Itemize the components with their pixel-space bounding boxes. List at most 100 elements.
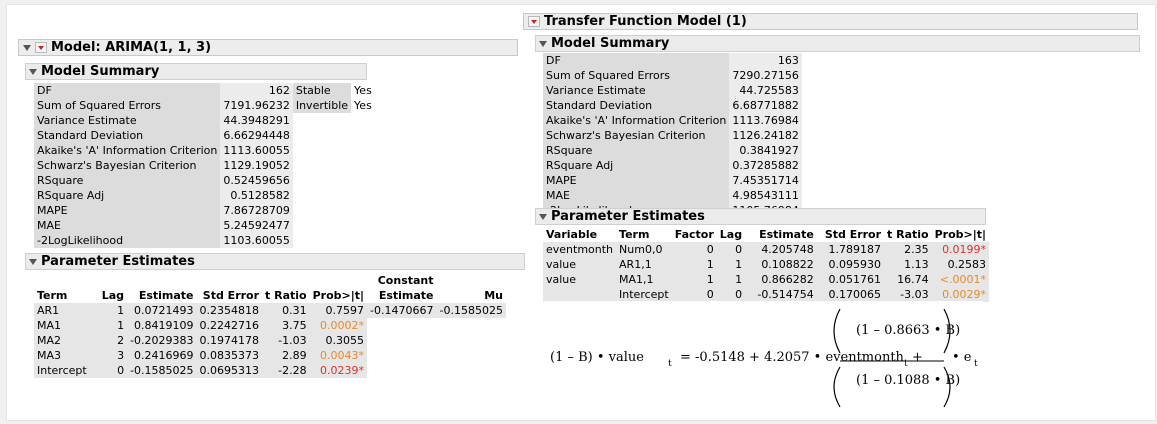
parameter-estimates-outline[interactable]: Parameter Estimates	[25, 253, 525, 270]
summary-label: MAE	[543, 188, 730, 203]
summary-value: 1113.60055	[220, 143, 293, 158]
summary-row: -2LogLikelihood 1103.60055	[34, 233, 375, 248]
summary-value: 4.98543111	[729, 188, 802, 203]
collapse-triangle-icon[interactable]	[29, 258, 37, 265]
cell-estimate: 0.2416969	[127, 348, 197, 363]
collapse-triangle-icon[interactable]	[23, 44, 31, 51]
summary-label: RSquare	[543, 143, 730, 158]
cell-t-ratio: -2.28	[262, 363, 310, 378]
model-summary-outline[interactable]: Model Summary	[25, 63, 367, 80]
cell-estimate: 4.205748	[745, 242, 817, 257]
red-triangle-menu-icon[interactable]	[528, 16, 540, 27]
col-t-ratio: t Ratio	[262, 273, 310, 303]
cell-std-error: 0.0695313	[196, 363, 263, 378]
model-equation: (1 – B) • value t = -0.5148 + 4.2057 • e…	[544, 301, 984, 413]
summary-label: Schwarz's Bayesian Criterion	[543, 128, 730, 143]
summary-value: 1129.19052	[220, 158, 293, 173]
summary-value: 6.66294448	[220, 128, 293, 143]
summary-value: 1113.76984	[729, 113, 802, 128]
col-factor: Factor	[671, 227, 717, 242]
collapse-triangle-icon[interactable]	[539, 40, 547, 47]
empty-cell	[351, 188, 375, 203]
col-variable: Variable	[543, 227, 617, 242]
cell-std-error: 0.2242716	[196, 318, 263, 333]
summary-row: MAPE 7.86728709	[34, 203, 375, 218]
summary-label: -2LogLikelihood	[34, 233, 221, 248]
summary-row: Schwarz's Bayesian Criterion 1129.19052	[34, 158, 375, 173]
report-window: Model: ARIMA(1, 1, 3) Model Summary DF 16…	[6, 4, 1156, 421]
cell-std-error: 0.095930	[816, 257, 885, 272]
cell-lag: 2	[94, 333, 128, 348]
summary-row: Akaike's 'A' Information Criterion 1113.6…	[34, 143, 375, 158]
summary-value: 6.68771882	[729, 98, 802, 113]
empty-cell	[351, 158, 375, 173]
cell-t-ratio: 2.89	[262, 348, 310, 363]
cell-std-error: 0.1974178	[196, 333, 263, 348]
summary-value: 7191.96232	[220, 98, 293, 113]
summary-label: MAPE	[543, 173, 730, 188]
table-row: MA3 3 0.2416969 0.0835373 2.89 0.0043*	[34, 348, 506, 363]
cell-prob: 0.0239*	[309, 363, 368, 378]
summary-label: RSquare Adj	[34, 188, 221, 203]
arima-model-outline[interactable]: Model: ARIMA(1, 1, 3)	[18, 39, 518, 56]
cell-t-ratio: 16.74	[884, 272, 932, 287]
table-row: Intercept 0 0 -0.514754 0.170065 -3.03 0.0029*	[543, 287, 990, 302]
parameter-estimates-outline[interactable]: Parameter Estimates	[535, 208, 986, 225]
col-mu: Mu	[436, 273, 506, 303]
summary-value: 0.5128582	[220, 188, 293, 203]
empty-cell	[437, 348, 506, 363]
table-row: MA1 1 0.8419109 0.2242716 3.75 0.0002*	[34, 318, 506, 333]
collapse-triangle-icon[interactable]	[539, 213, 547, 220]
model-summary-outline[interactable]: Model Summary	[535, 35, 1140, 52]
empty-cell	[351, 113, 375, 128]
cell-estimate: -0.2029383	[127, 333, 197, 348]
summary-value: 0.3841927	[729, 143, 802, 158]
summary-row: Variance Estimate 44.725583	[543, 83, 802, 98]
col-term: Term	[34, 273, 95, 303]
summary-row: Sum of Squared Errors 7290.27156	[543, 68, 802, 83]
cell-prob: 0.3055	[309, 333, 368, 348]
cell-std-error: 0.2354818	[196, 303, 263, 318]
stable-label: Stable	[292, 83, 352, 98]
summary-value: 44.725583	[729, 83, 802, 98]
transfer-function-outline[interactable]: Transfer Function Model (1)	[523, 13, 1138, 30]
equation-left-paren-2	[833, 366, 841, 408]
collapse-triangle-icon[interactable]	[29, 68, 37, 75]
parameter-estimates-table: Variable Term Factor Lag Estimate Std Er…	[543, 227, 990, 302]
col-std-error: Std Error	[816, 227, 885, 242]
summary-row: Sum of Squared Errors 7191.96232 Invertibl…	[34, 98, 375, 113]
summary-value: 44.3948291	[220, 113, 293, 128]
empty-cell	[437, 318, 506, 333]
cell-prob: 0.0029*	[931, 287, 990, 302]
cell-term: Intercept	[34, 363, 95, 378]
summary-row: DF 163	[543, 53, 802, 68]
col-term: Term	[616, 227, 672, 242]
col-constant-bottom: Estimate	[378, 289, 434, 302]
empty-cell	[437, 363, 506, 378]
cell-lag: 0	[716, 242, 746, 257]
cell-prob: 0.0002*	[309, 318, 368, 333]
cell-lag: 1	[94, 303, 128, 318]
cell-term: AR1	[34, 303, 95, 318]
cell-term: MA2	[34, 333, 95, 348]
empty-cell	[351, 233, 375, 248]
outline-title: Model Summary	[41, 64, 160, 79]
summary-label: Standard Deviation	[543, 98, 730, 113]
summary-row: RSquare Adj 0.37285882	[543, 158, 802, 173]
col-constant-estimate: Constant Estimate	[367, 273, 437, 303]
cell-t-ratio: 0.31	[262, 303, 310, 318]
equation-left-paren	[833, 308, 841, 354]
red-triangle-menu-icon[interactable]	[35, 42, 47, 53]
empty-cell	[367, 363, 436, 378]
cell-term: MA1,1	[616, 272, 672, 287]
stable-value: Yes	[354, 84, 372, 97]
summary-value: 163	[729, 53, 802, 68]
summary-value: 1103.60055	[220, 233, 293, 248]
cell-t-ratio: -3.03	[884, 287, 932, 302]
summary-label: MAE	[34, 218, 221, 233]
cell-std-error: 0.051761	[816, 272, 885, 287]
summary-label: RSquare	[34, 173, 221, 188]
empty-cell	[367, 333, 436, 348]
empty-cell	[351, 128, 375, 143]
outline-title: Model Summary	[551, 36, 670, 51]
